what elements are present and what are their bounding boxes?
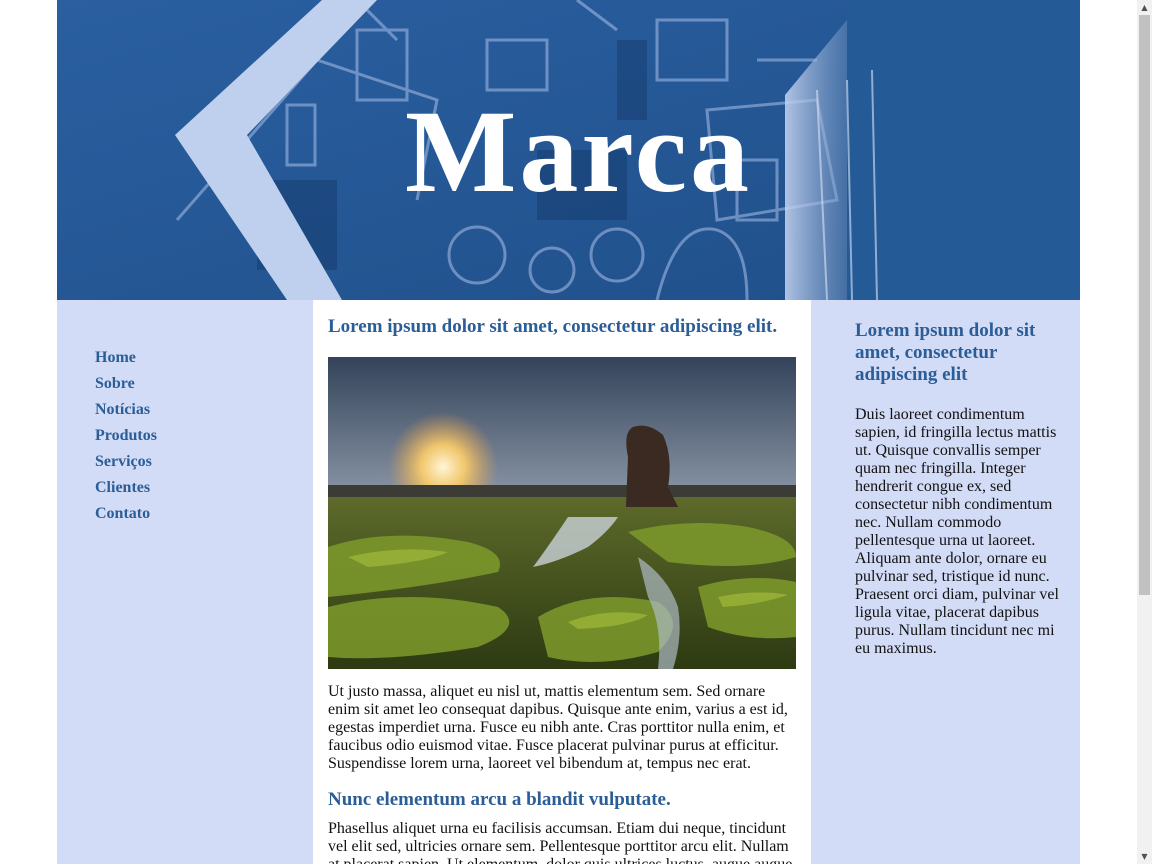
main-nav: Home Sobre Notícias Produtos Serviços Cl… bbox=[95, 348, 157, 530]
scroll-thumb[interactable] bbox=[1139, 15, 1150, 595]
nav-item-noticias: Notícias bbox=[95, 400, 157, 426]
sidebar-heading: Lorem ipsum dolor sit amet, consectetur … bbox=[855, 320, 1036, 385]
scroll-down-arrow-icon[interactable]: ▼ bbox=[1137, 849, 1152, 864]
main-paragraph-2: Phasellus aliquet urna eu facilisis accu… bbox=[328, 820, 792, 864]
nav-item-clientes: Clientes bbox=[95, 478, 157, 504]
main-heading: Lorem ipsum dolor sit amet, consectetur … bbox=[328, 316, 778, 337]
nav-item-servicos: Serviços bbox=[95, 452, 157, 478]
nav-link-clientes[interactable]: Clientes bbox=[95, 479, 150, 496]
nav-link-contato[interactable]: Contato bbox=[95, 505, 150, 522]
right-sidebar: Lorem ipsum dolor sit amet, consectetur … bbox=[811, 300, 1080, 864]
brand-title: Marca bbox=[405, 86, 752, 217]
nav-item-contato: Contato bbox=[95, 504, 157, 530]
nav-item-home: Home bbox=[95, 348, 157, 374]
header-banner: Marca bbox=[57, 0, 1080, 300]
page: Marca Home Sobre Notícias Produtos Servi… bbox=[57, 0, 1080, 864]
sidebar-paragraph: Duis laoreet condimentum sapien, id frin… bbox=[855, 406, 1059, 657]
nav-item-sobre: Sobre bbox=[95, 374, 157, 400]
scroll-up-arrow-icon[interactable]: ▲ bbox=[1137, 0, 1152, 15]
main-subheading: Nunc elementum arcu a blandit vulputate. bbox=[328, 789, 671, 810]
left-sidebar: Home Sobre Notícias Produtos Serviços Cl… bbox=[57, 300, 313, 864]
sunset-rock-image bbox=[328, 357, 796, 669]
landscape-photo bbox=[328, 357, 796, 669]
nav-link-servicos[interactable]: Serviços bbox=[95, 453, 152, 470]
nav-link-sobre[interactable]: Sobre bbox=[95, 375, 135, 392]
nav-link-noticias[interactable]: Notícias bbox=[95, 401, 150, 418]
nav-link-home[interactable]: Home bbox=[95, 349, 136, 366]
vertical-scrollbar[interactable]: ▲ ▼ bbox=[1137, 0, 1152, 864]
main-paragraph-1: Ut justo massa, aliquet eu nisl ut, matt… bbox=[328, 683, 788, 772]
main-content: Lorem ipsum dolor sit amet, consectetur … bbox=[313, 300, 811, 864]
nav-item-produtos: Produtos bbox=[95, 426, 157, 452]
nav-link-produtos[interactable]: Produtos bbox=[95, 427, 157, 444]
